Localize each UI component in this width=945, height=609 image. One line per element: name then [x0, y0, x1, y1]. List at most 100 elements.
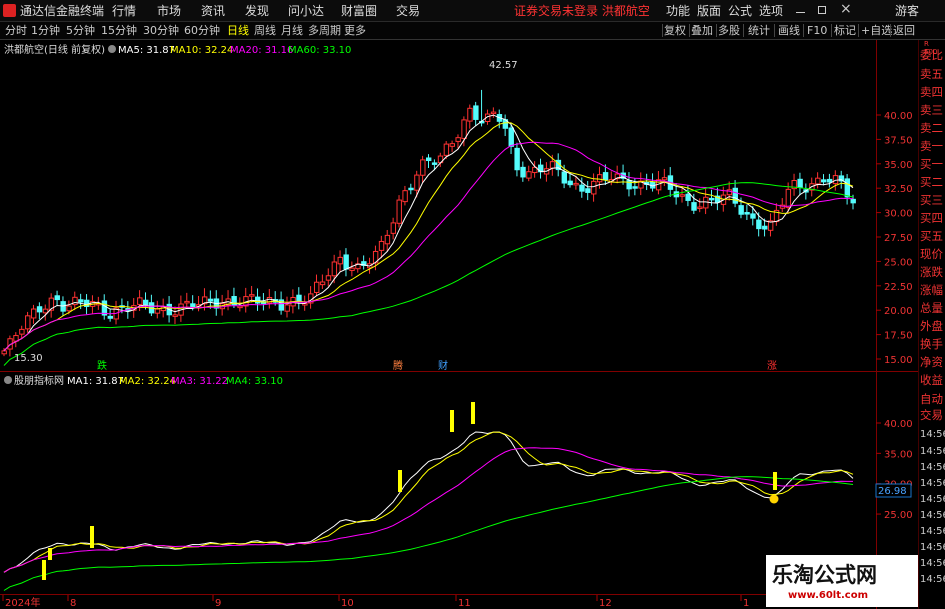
tool-overlay[interactable]: 叠加 [691, 23, 713, 38]
field-change-pct[interactable]: 涨幅 [920, 283, 943, 297]
field-ask3[interactable]: 卖三 [920, 103, 943, 117]
field-ask5[interactable]: 卖五 [920, 67, 943, 81]
tool-mark[interactable]: 标记 [834, 23, 856, 38]
field-ask2[interactable]: 卖二 [920, 121, 943, 135]
field-price[interactable]: 现价 [920, 247, 943, 261]
field-ask1[interactable]: 卖一 [920, 139, 943, 153]
period-monthly[interactable]: 月线 [281, 23, 303, 38]
field-turnover[interactable]: 换手 [920, 337, 943, 351]
field-volume[interactable]: 总量 [920, 301, 943, 315]
field-bid4[interactable]: 买四 [920, 211, 943, 225]
marker-tencent: 腾 [393, 359, 403, 372]
watermark-url: www.60lt.com [788, 590, 869, 601]
candle-body [561, 171, 568, 184]
field-auto[interactable]: 自动 [920, 392, 943, 406]
signal-bar [90, 526, 94, 548]
candle-body [850, 198, 856, 204]
period-multi[interactable]: 多周期 [308, 23, 341, 38]
menu-item-wealth[interactable]: 财富圈 [341, 3, 377, 19]
tool-add-watch[interactable]: +自选 [861, 23, 892, 38]
settings-icon[interactable] [4, 376, 12, 384]
signal-bar [398, 470, 402, 492]
y-tick-label: 25.00 [884, 510, 913, 521]
candle-body [30, 308, 37, 319]
kline-chart[interactable]: 40.00 37.50 35.00 32.50 30.00 27.50 25.00 22.50… [0, 40, 918, 609]
menu-item-discover[interactable]: 发现 [245, 3, 269, 19]
guest-label[interactable]: 游客 [895, 3, 919, 19]
field-ask4[interactable]: 卖四 [920, 85, 943, 99]
menu-item-trade[interactable]: 交易 [396, 3, 420, 19]
field-bid3[interactable]: 买三 [920, 193, 943, 207]
field-weibi[interactable]: 委比 [920, 48, 943, 62]
period-15min[interactable]: 15分钟 [101, 23, 137, 38]
candle-body [255, 296, 261, 304]
field-bid5[interactable]: 买五 [920, 229, 943, 243]
candle-body [567, 180, 573, 186]
period-1min[interactable]: 1分钟 [31, 23, 60, 38]
field-bid2[interactable]: 买二 [920, 175, 943, 189]
tool-stats[interactable]: 统计 [748, 23, 770, 38]
field-net-asset[interactable]: 净资 [920, 355, 943, 369]
candle-body [821, 179, 827, 183]
candle-body [237, 305, 243, 309]
candle-body [36, 306, 43, 313]
field-bid1[interactable]: 买一 [920, 157, 943, 171]
period-timeshare[interactable]: 分时 [5, 23, 27, 38]
tool-multistock[interactable]: 多股 [718, 23, 740, 38]
tool-adjust[interactable]: 复权 [664, 23, 686, 38]
menu-function[interactable]: 功能 [666, 3, 690, 19]
menu-item-quotes[interactable]: 行情 [112, 3, 136, 19]
candle-body [490, 111, 497, 115]
candle-body [207, 298, 214, 302]
field-outer[interactable]: 外盘 [920, 319, 943, 333]
high-price-label: 42.57 [489, 60, 518, 71]
menu-item-market[interactable]: 市场 [157, 3, 181, 19]
candle-body [602, 172, 609, 181]
candle-body [573, 182, 579, 186]
ind-ma4-line [3, 476, 854, 591]
field-change[interactable]: 涨跌 [920, 265, 943, 279]
y-tick-label: 15.00 [884, 355, 913, 366]
x-tick-label: 9 [215, 598, 221, 609]
login-status[interactable]: 证券交易未登录 洪都航空 [514, 3, 650, 19]
field-trade[interactable]: 交易 [920, 408, 943, 422]
candle-body [349, 267, 355, 271]
period-60min[interactable]: 60分钟 [184, 23, 220, 38]
low-price-label: 15.30 [14, 353, 43, 364]
y-tick-label: 20.00 [884, 306, 913, 317]
restore-icon[interactable] [818, 6, 826, 14]
y-tick-label: 22.50 [884, 282, 913, 293]
period-30min[interactable]: 30分钟 [143, 23, 179, 38]
period-5min[interactable]: 5分钟 [66, 23, 95, 38]
tool-f10[interactable]: F10 [807, 23, 827, 38]
period-more[interactable]: 更多 [344, 23, 366, 38]
main-chart-title: 洪都航空(日线 前复权) [4, 43, 105, 56]
menu-layout[interactable]: 版面 [697, 3, 721, 19]
candle-body [826, 178, 833, 183]
candle-body [844, 178, 851, 198]
candle-body [414, 174, 420, 191]
candle-body [319, 281, 326, 286]
field-earnings[interactable]: 收益 [920, 373, 943, 387]
settings-icon[interactable] [108, 45, 116, 53]
menu-item-news[interactable]: 资讯 [201, 3, 225, 19]
period-weekly[interactable]: 周线 [254, 23, 276, 38]
signal-bar [450, 410, 454, 432]
candle-body [815, 177, 821, 185]
menu-item-ask[interactable]: 问小达 [288, 3, 324, 19]
candle-body [184, 300, 190, 304]
watermark: 乐淘公式网 www.60lt.com [766, 555, 918, 607]
minimize-icon[interactable] [796, 12, 805, 13]
candle-body [337, 256, 343, 265]
menu-options[interactable]: 选项 [759, 3, 783, 19]
ind-ma4-label: MA4: 33.10 [226, 376, 283, 387]
close-icon[interactable]: × [840, 1, 852, 17]
ind-ma1-label: MA1: 31.87 [67, 376, 124, 387]
candle-body [797, 178, 803, 188]
tool-back[interactable]: 返回 [893, 23, 915, 38]
period-daily[interactable]: 日线 [227, 23, 249, 38]
candle-body [520, 166, 526, 178]
tool-draw[interactable]: 画线 [778, 23, 800, 38]
menu-formula[interactable]: 公式 [728, 3, 752, 19]
ma5-label: MA5: 31.87 [118, 45, 175, 56]
